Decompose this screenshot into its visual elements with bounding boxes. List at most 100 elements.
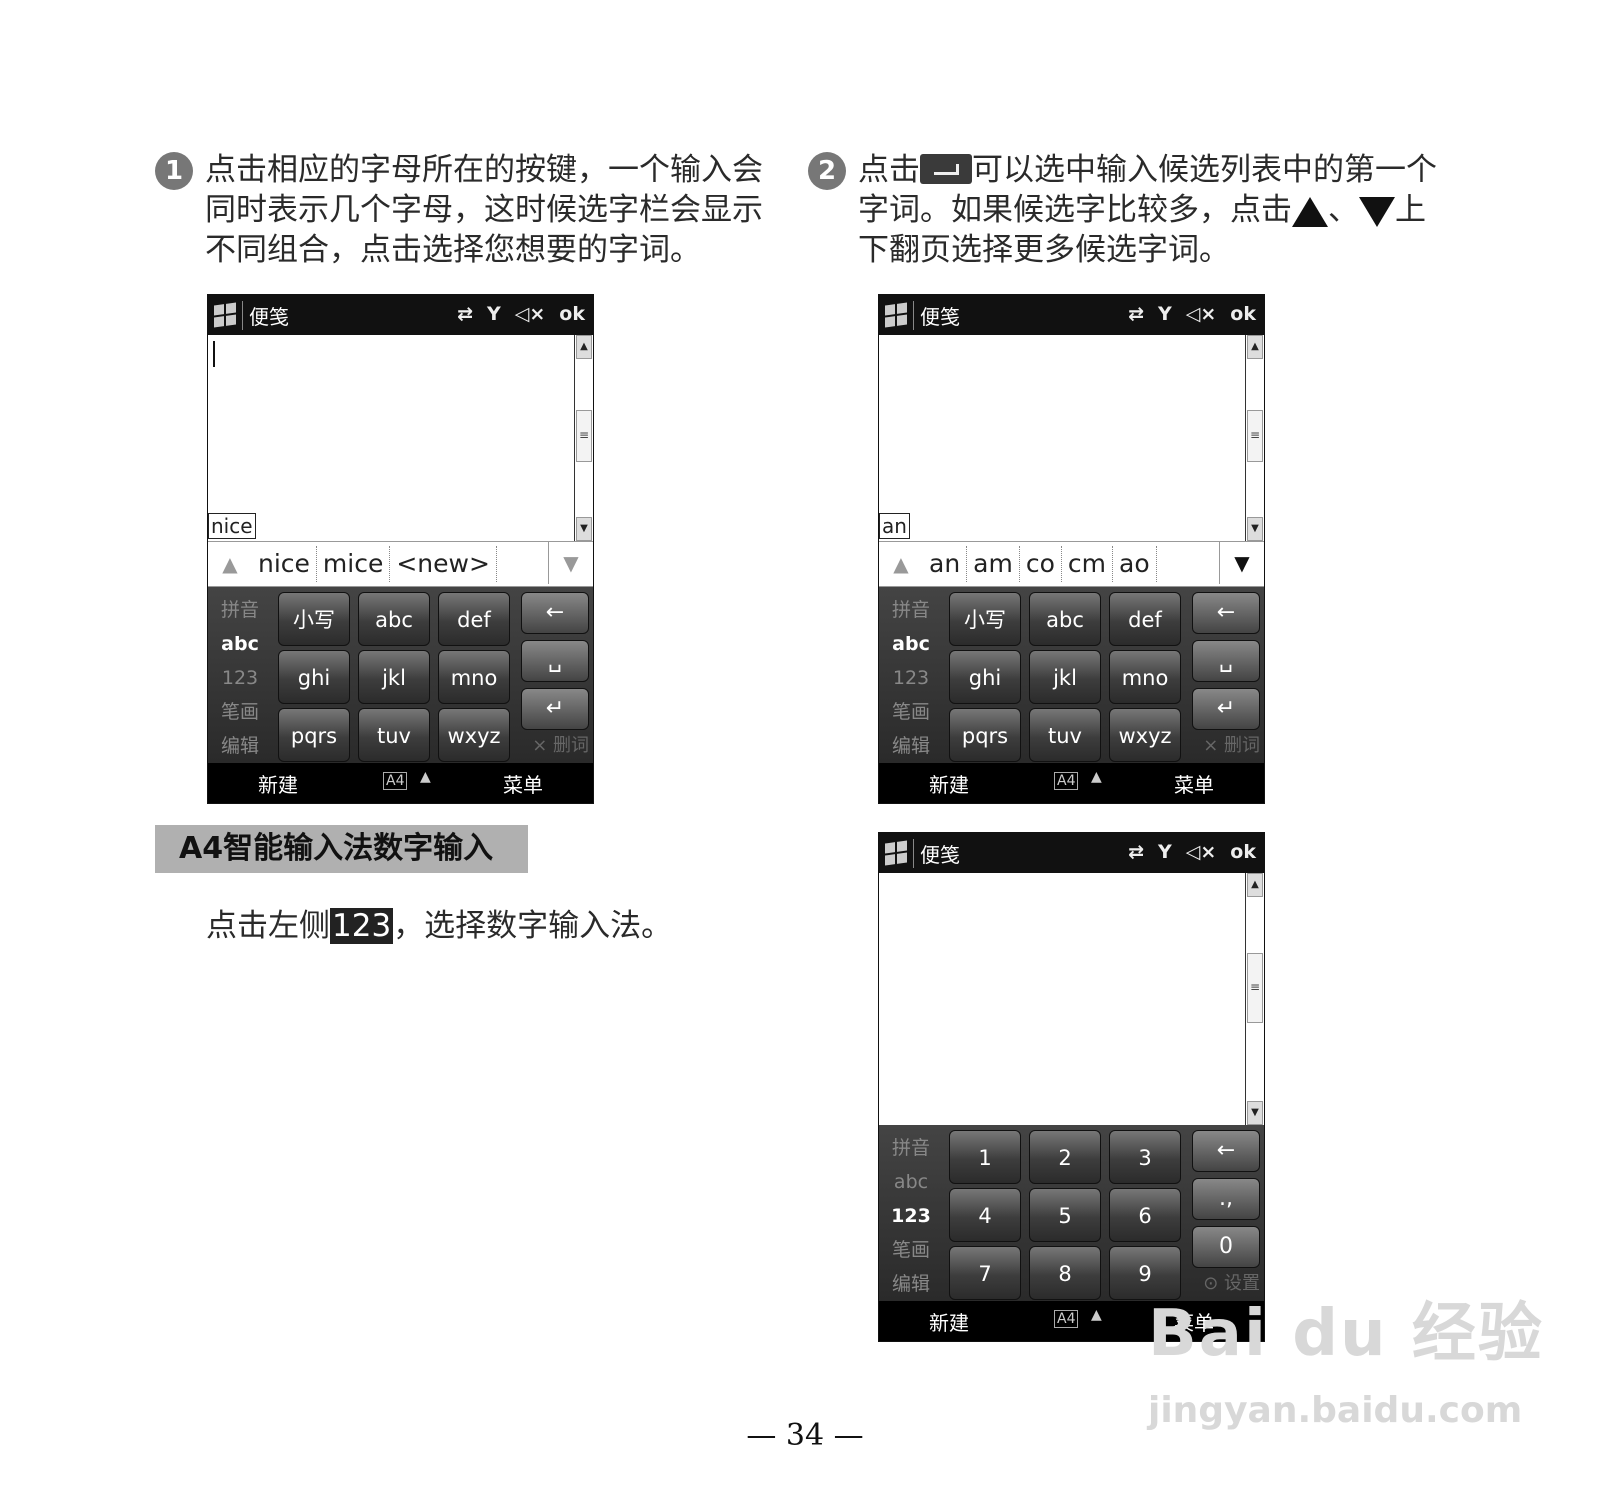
- scroll-down-button[interactable]: ▼: [1247, 1101, 1263, 1125]
- key-ghi[interactable]: ghi: [278, 650, 350, 704]
- mode-edit[interactable]: 编辑: [879, 1267, 943, 1301]
- mode-stroke[interactable]: 笔画: [879, 695, 943, 729]
- delete-word-button[interactable]: × 删词: [1203, 731, 1260, 757]
- key-0[interactable]: 0: [1192, 1226, 1260, 1268]
- candidate-item[interactable]: am: [967, 546, 1020, 582]
- volume-muted-icon[interactable]: ◁×: [1186, 303, 1217, 325]
- mode-edit[interactable]: 编辑: [879, 729, 943, 763]
- key-wxyz[interactable]: wxyz: [438, 708, 510, 762]
- key-def[interactable]: def: [438, 592, 510, 646]
- ime-toggle-icon[interactable]: A4: [1054, 1310, 1079, 1328]
- scroll-down-button[interactable]: ▼: [576, 517, 592, 541]
- mode-123[interactable]: 123: [879, 661, 943, 695]
- space-key-icon[interactable]: ␣: [521, 640, 589, 682]
- windows-start-icon[interactable]: [885, 840, 907, 866]
- ime-toggle-icon[interactable]: A4: [383, 772, 408, 790]
- mode-abc[interactable]: abc: [879, 627, 943, 661]
- key-wxyz[interactable]: wxyz: [1109, 708, 1181, 762]
- scroll-thumb[interactable]: ≡: [576, 410, 592, 462]
- key-abc[interactable]: abc: [358, 592, 430, 646]
- candidate-item[interactable]: an: [923, 546, 968, 582]
- new-softkey[interactable]: 新建: [258, 769, 298, 798]
- key-def[interactable]: def: [1109, 592, 1181, 646]
- ok-button[interactable]: ok: [559, 303, 585, 325]
- key-5[interactable]: 5: [1029, 1188, 1101, 1242]
- signal-icon[interactable]: Y: [1158, 303, 1172, 325]
- new-softkey[interactable]: 新建: [929, 1307, 969, 1336]
- note-area[interactable]: ▲ ≡ ▼: [879, 873, 1264, 1125]
- mode-edit[interactable]: 编辑: [208, 729, 272, 763]
- windows-start-icon[interactable]: [214, 302, 236, 328]
- key-tuv[interactable]: tuv: [1029, 708, 1101, 762]
- backspace-key-icon[interactable]: ←: [1192, 592, 1260, 634]
- candidate-page-up-icon[interactable]: ▲: [208, 552, 252, 576]
- mode-pinyin[interactable]: 拼音: [208, 593, 272, 627]
- candidate-item[interactable]: <new>: [390, 546, 497, 582]
- candidate-item[interactable]: mice: [317, 546, 391, 582]
- key-pqrs[interactable]: pqrs: [949, 708, 1021, 762]
- key-mno[interactable]: mno: [438, 650, 510, 704]
- note-area[interactable]: nice ▲ ≡ ▼: [208, 335, 593, 541]
- ok-button[interactable]: ok: [1230, 841, 1256, 863]
- mode-stroke[interactable]: 笔画: [879, 1233, 943, 1267]
- mode-stroke[interactable]: 笔画: [208, 695, 272, 729]
- key-1[interactable]: 1: [949, 1130, 1021, 1184]
- mode-pinyin[interactable]: 拼音: [879, 593, 943, 627]
- candidate-item[interactable]: ao: [1113, 546, 1157, 582]
- key-lowercase[interactable]: 小写: [949, 592, 1021, 646]
- backspace-key-icon[interactable]: ←: [521, 592, 589, 634]
- scroll-down-button[interactable]: ▼: [1247, 517, 1263, 541]
- new-softkey[interactable]: 新建: [929, 769, 969, 798]
- key-abc[interactable]: abc: [1029, 592, 1101, 646]
- mode-123[interactable]: 123: [879, 1199, 943, 1233]
- key-3[interactable]: 3: [1109, 1130, 1181, 1184]
- signal-icon[interactable]: Y: [1158, 841, 1172, 863]
- vertical-scrollbar[interactable]: ▲ ≡ ▼: [574, 335, 593, 541]
- volume-muted-icon[interactable]: ◁×: [515, 303, 546, 325]
- note-area[interactable]: an ▲ ≡ ▼: [879, 335, 1264, 541]
- candidate-page-down-icon[interactable]: ▼: [548, 542, 593, 584]
- scroll-thumb[interactable]: ≡: [1247, 410, 1263, 462]
- ime-toggle-icon[interactable]: A4: [1054, 772, 1079, 790]
- mode-abc[interactable]: abc: [879, 1165, 943, 1199]
- key-4[interactable]: 4: [949, 1188, 1021, 1242]
- vertical-scrollbar[interactable]: ▲ ≡ ▼: [1245, 873, 1264, 1125]
- candidate-item[interactable]: co: [1020, 546, 1062, 582]
- key-6[interactable]: 6: [1109, 1188, 1181, 1242]
- key-ghi[interactable]: ghi: [949, 650, 1021, 704]
- signal-icon[interactable]: Y: [487, 303, 501, 325]
- key-7[interactable]: 7: [949, 1246, 1021, 1300]
- key-jkl[interactable]: jkl: [358, 650, 430, 704]
- enter-key-icon[interactable]: ↵: [521, 688, 589, 730]
- delete-word-button[interactable]: × 删词: [532, 731, 589, 757]
- backspace-key-icon[interactable]: ←: [1192, 1130, 1260, 1172]
- scroll-thumb[interactable]: ≡: [1247, 953, 1263, 1023]
- enter-key-icon[interactable]: ↵: [1192, 688, 1260, 730]
- sync-icon[interactable]: ⇄: [1128, 303, 1144, 325]
- menu-softkey[interactable]: 菜单: [503, 769, 543, 798]
- key-jkl[interactable]: jkl: [1029, 650, 1101, 704]
- windows-start-icon[interactable]: [885, 302, 907, 328]
- ok-button[interactable]: ok: [1230, 303, 1256, 325]
- punctuation-key[interactable]: .,: [1192, 1178, 1260, 1220]
- key-tuv[interactable]: tuv: [358, 708, 430, 762]
- candidate-item[interactable]: cm: [1062, 546, 1114, 582]
- key-pqrs[interactable]: pqrs: [278, 708, 350, 762]
- scroll-up-button[interactable]: ▲: [1247, 873, 1263, 897]
- scroll-up-button[interactable]: ▲: [1247, 335, 1263, 359]
- mode-123[interactable]: 123: [208, 661, 272, 695]
- mode-pinyin[interactable]: 拼音: [879, 1131, 943, 1165]
- space-key-icon[interactable]: ␣: [1192, 640, 1260, 682]
- vertical-scrollbar[interactable]: ▲ ≡ ▼: [1245, 335, 1264, 541]
- volume-muted-icon[interactable]: ◁×: [1186, 841, 1217, 863]
- key-lowercase[interactable]: 小写: [278, 592, 350, 646]
- scroll-up-button[interactable]: ▲: [576, 335, 592, 359]
- candidate-item[interactable]: nice: [252, 546, 317, 582]
- candidate-page-down-icon[interactable]: ▼: [1219, 542, 1264, 584]
- ime-menu-arrow-icon[interactable]: ▲: [1091, 1307, 1102, 1323]
- sync-icon[interactable]: ⇄: [1128, 841, 1144, 863]
- ime-menu-arrow-icon[interactable]: ▲: [420, 769, 431, 785]
- key-8[interactable]: 8: [1029, 1246, 1101, 1300]
- candidate-page-up-icon[interactable]: ▲: [879, 552, 923, 576]
- mode-abc[interactable]: abc: [208, 627, 272, 661]
